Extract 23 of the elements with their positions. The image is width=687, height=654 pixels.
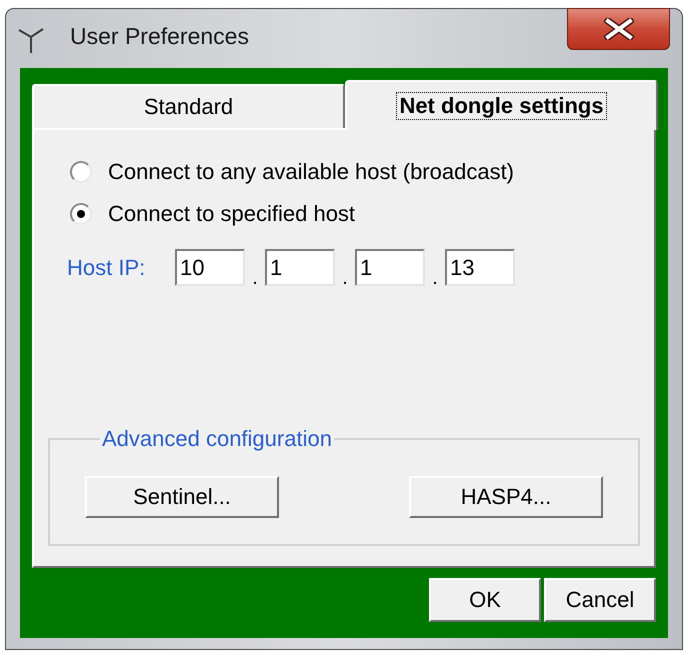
radio-button[interactable]: [70, 161, 92, 183]
radio-label: Connect to any available host (broadcast): [108, 161, 514, 183]
ip-octet-field[interactable]: 1: [355, 249, 425, 286]
radio-button[interactable]: [70, 203, 92, 225]
host-ip-label: Host IP:: [67, 256, 146, 278]
dialog-button[interactable]: OK: [429, 578, 541, 622]
window-title: User Preferences: [70, 25, 249, 48]
close-icon: [604, 18, 634, 40]
ip-octet-field[interactable]: 10: [175, 249, 245, 286]
ip-separator: .: [251, 270, 259, 286]
tab[interactable]: Net dongle settings: [345, 80, 658, 130]
tab[interactable]: Standard: [32, 84, 345, 128]
ip-octet-field[interactable]: 13: [445, 249, 515, 286]
ip-separator: .: [431, 270, 439, 286]
dialog-button[interactable]: Cancel: [544, 578, 656, 622]
ip-separator: .: [341, 270, 349, 286]
radio-label: Connect to specified host: [108, 203, 356, 225]
close-button[interactable]: [567, 8, 670, 50]
config-button[interactable]: HASP4...: [409, 476, 603, 518]
config-button[interactable]: Sentinel...: [85, 476, 279, 518]
ip-octet-field[interactable]: 1: [265, 249, 335, 286]
group-title: Advanced configuration: [101, 426, 333, 452]
antenna-icon: [18, 26, 44, 54]
